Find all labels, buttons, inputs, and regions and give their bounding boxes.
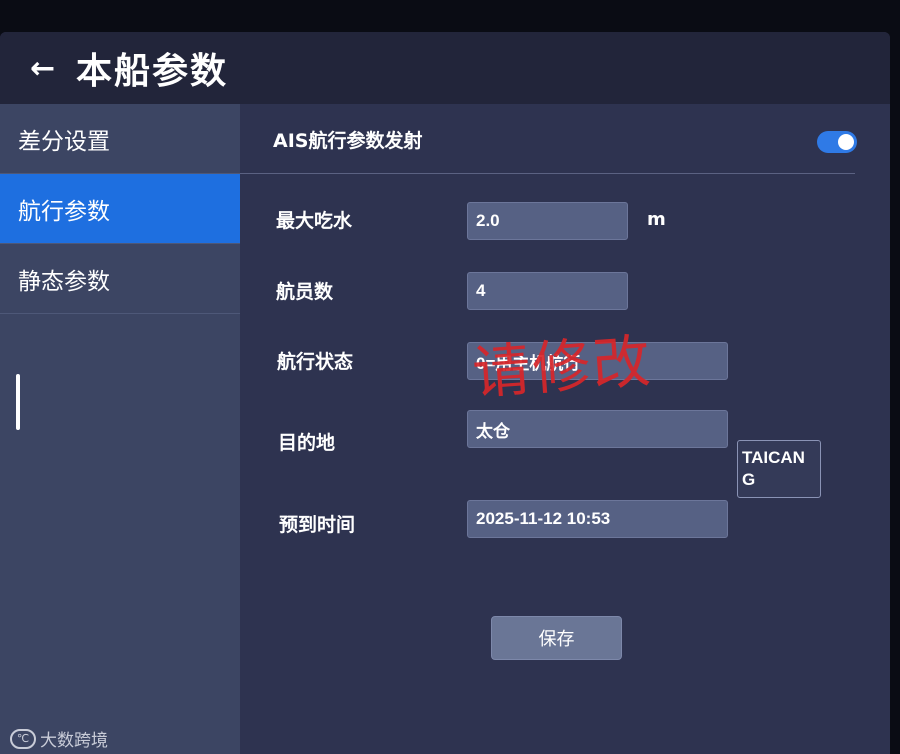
- ais-toggle-label: AIS航行参数发射: [273, 130, 423, 152]
- page-title: 本船参数: [76, 51, 229, 92]
- watermark-logo-icon: ℃: [10, 728, 36, 749]
- sidebar-item-label: 差分设置: [18, 128, 110, 155]
- max-draught-unit: m: [647, 209, 666, 230]
- crew-count-label: 航员数: [276, 281, 334, 303]
- sidebar-scrollbar[interactable]: [16, 374, 20, 430]
- crew-count-input[interactable]: 4: [467, 272, 628, 310]
- watermark: ℃ 大数跨境: [10, 726, 108, 751]
- eta-input[interactable]: 2025-11-12 10:53: [467, 500, 728, 538]
- sidebar-item-differential-settings[interactable]: 差分设置: [0, 104, 240, 174]
- ais-toggle-row: AIS航行参数发射: [240, 104, 857, 174]
- max-draught-input[interactable]: 2.0: [467, 202, 628, 240]
- device-screen: ← 本船参数 差分设置 航行参数 静态参数 AIS航行参数发射 最大吃水 2.0…: [0, 32, 890, 754]
- sidebar: 差分设置 航行参数 静态参数: [0, 104, 240, 754]
- destination-label: 目的地: [278, 432, 336, 454]
- watermark-text: 大数跨境: [40, 731, 108, 751]
- ais-toggle-switch[interactable]: [817, 131, 857, 153]
- nav-status-select[interactable]: 0=用主机航行: [467, 342, 728, 380]
- sidebar-item-static-params[interactable]: 静态参数: [0, 244, 240, 314]
- eta-label: 预到时间: [279, 514, 356, 536]
- destination-input[interactable]: 太仓: [467, 410, 728, 448]
- destination-suggestion[interactable]: TAICANG: [737, 440, 821, 498]
- sidebar-item-label: 航行参数: [18, 198, 110, 225]
- save-button[interactable]: 保存: [491, 616, 622, 660]
- sidebar-item-label: 静态参数: [18, 268, 110, 295]
- voyage-params-panel: AIS航行参数发射 最大吃水 2.0 m 航员数 4 航行状态 0=用主机航行 …: [240, 104, 890, 754]
- nav-status-label: 航行状态: [277, 351, 354, 373]
- top-bar: ← 本船参数: [0, 32, 890, 104]
- back-arrow-icon[interactable]: ←: [30, 51, 60, 86]
- toggle-knob: [838, 134, 854, 150]
- sidebar-item-voyage-params[interactable]: 航行参数: [0, 174, 240, 244]
- max-draught-label: 最大吃水: [276, 210, 353, 232]
